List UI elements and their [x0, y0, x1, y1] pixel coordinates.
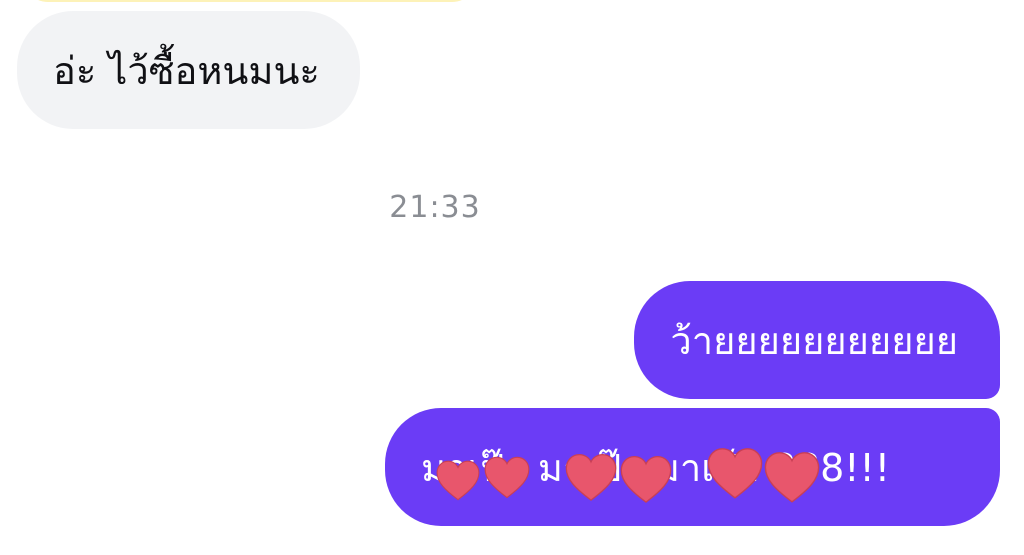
heart-sticker-icon	[764, 452, 820, 503]
incoming-message-bubble[interactable]: อ่ะ ไว้ซื้อหนมนะ	[17, 11, 360, 129]
heart-sticker-icon	[484, 456, 530, 499]
heart-sticker-icon	[707, 448, 763, 499]
incoming-message-text: อ่ะ ไว้ซื้อหนมนะ	[53, 48, 320, 93]
chat-thread: อ่ะ ไว้ซื้อหนมนะ 21:33 ว้ายยยยยยยยยยย มา…	[0, 0, 1024, 555]
outgoing-message-bubble[interactable]: ว้ายยยยยยยยยยย	[634, 281, 1000, 399]
outgoing-message-text: ว้ายยยยยยยยยยย	[670, 318, 958, 363]
heart-sticker-icon	[436, 460, 480, 501]
heart-sticker-icon	[565, 453, 617, 501]
message-timestamp: 21:33	[389, 190, 481, 225]
previous-message-bubble[interactable]	[22, 0, 478, 2]
heart-sticker-icon	[620, 455, 672, 503]
